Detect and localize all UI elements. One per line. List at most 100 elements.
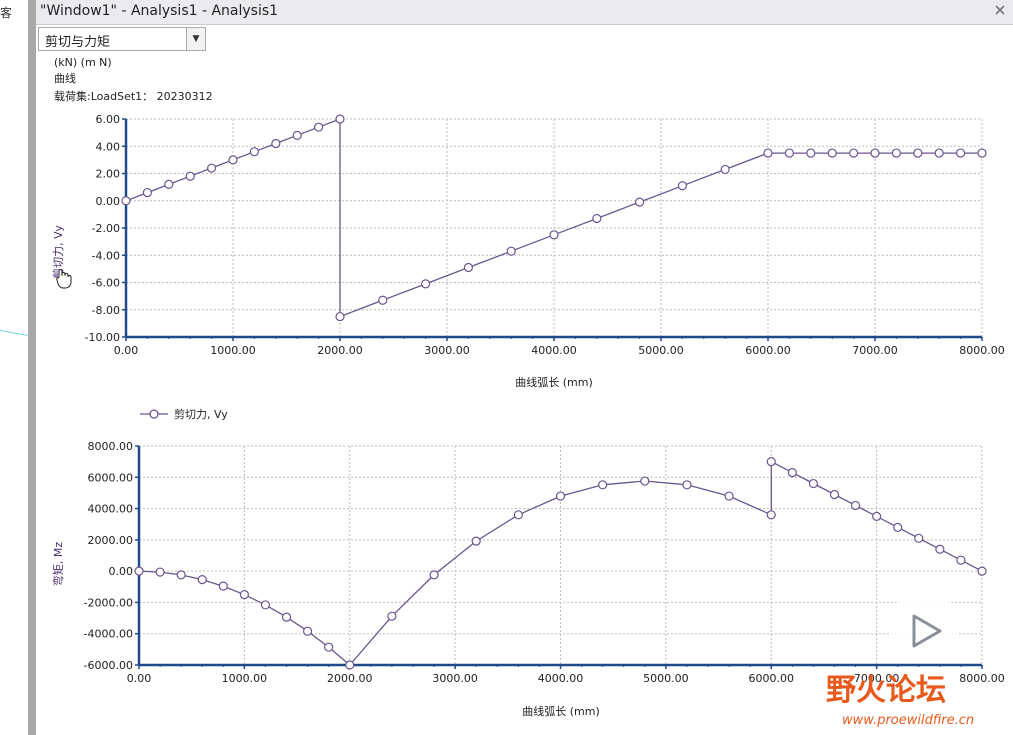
c1-data-point — [335, 114, 345, 124]
c2-data-point — [387, 611, 397, 621]
c1-data-point — [634, 197, 645, 207]
moment-grid — [139, 445, 983, 665]
c1-data-point — [677, 181, 688, 191]
c1-data-point — [463, 262, 473, 273]
c2-y-tick-label: 8000.00 — [88, 440, 134, 453]
units-label: (kN) (m N) — [54, 56, 112, 69]
c2-y-tick-label: 6000.00 — [88, 471, 134, 484]
c2-data-point — [471, 536, 481, 546]
c1-data-point — [314, 122, 324, 132]
c1-data-point — [891, 148, 902, 158]
c2-data-point — [218, 581, 228, 591]
c2-x-tick-label: 5000.00 — [643, 672, 689, 685]
c2-data-point — [429, 570, 439, 580]
c1-data-point — [164, 179, 174, 189]
plot-area: (kN) (m N) 曲线 载荷集:LoadSet1： 20230312 0.0… — [51, 56, 1005, 728]
c2-data-point — [197, 574, 207, 585]
c1-data-point — [955, 148, 966, 158]
c2-data-point — [872, 511, 882, 521]
c1-y-tick-label: 6.00 — [96, 113, 121, 126]
c2-y-tick-label: 4000.00 — [88, 503, 134, 516]
left-tool-strip: 客 — [0, 0, 29, 735]
c1-data-point — [827, 148, 837, 158]
c2-y-tick-label: 0.00 — [109, 565, 134, 578]
legend: 剪切力, Vy — [140, 407, 228, 421]
c1-data-point — [592, 213, 602, 224]
shear-chart: 0.00 1000.00 2000.00 3000.00 4000.00 5000.00 6… — [51, 113, 1005, 421]
c1-x-tick-label: 0.00 — [114, 344, 139, 357]
c1-x-tick-label: 4000.00 — [531, 344, 577, 357]
close-icon-glyph — [995, 5, 1005, 15]
c2-data-point — [724, 491, 734, 501]
watermark-logo-text: 野火论坛 — [826, 673, 946, 708]
c1-x-tick-label: 3000.00 — [424, 344, 470, 357]
c1-data-point — [977, 148, 987, 158]
c1-data-point — [335, 311, 345, 322]
c1-y-tick-label: -8.00 — [92, 304, 120, 317]
c2-data-point — [766, 510, 776, 520]
moment-axes — [135, 445, 983, 669]
c2-data-point — [977, 566, 987, 576]
c1-data-point — [934, 148, 944, 158]
c2-data-point — [303, 626, 313, 636]
c2-data-point — [134, 566, 144, 576]
c1-data-point — [121, 196, 131, 206]
c2-y-tick-label: 2000.00 — [88, 534, 134, 547]
c2-data-point — [281, 612, 292, 622]
c2-data-point — [682, 480, 692, 490]
c1-x-tick-label: 8000.00 — [959, 344, 1005, 357]
c2-data-point — [893, 522, 903, 532]
pane-splitter[interactable] — [28, 0, 36, 735]
c1-y-tick-label: 0.00 — [96, 195, 121, 208]
result-window: "Window1" - Analysis1 - Analysis1 剪切与力矩 … — [36, 0, 1013, 735]
c2-data-point — [324, 642, 334, 652]
c2-data-point — [513, 510, 523, 520]
shear-y-axis-label: 剪切力, Vy — [51, 225, 65, 279]
moment-y-axis-label: 弯矩, Mz — [51, 542, 65, 586]
c2-y-tick-label: -6000.00 — [84, 659, 133, 672]
c1-data-point — [763, 148, 773, 158]
legend-label: 剪切力, Vy — [174, 407, 228, 421]
c1-data-point — [506, 246, 516, 256]
c2-data-point — [787, 467, 797, 478]
c1-data-point — [207, 163, 217, 173]
c2-x-tick-label: 4000.00 — [538, 672, 584, 685]
c2-data-point — [598, 480, 608, 490]
c1-data-point — [142, 187, 153, 198]
c1-data-point — [271, 138, 281, 149]
c1-data-point — [549, 230, 559, 240]
window-title: "Window1" - Analysis1 - Analysis1 — [40, 3, 279, 19]
c2-data-point — [914, 533, 924, 543]
c2-data-point — [239, 590, 249, 600]
hand-cursor-icon — [56, 269, 72, 289]
window-titlebar: "Window1" - Analysis1 - Analysis1 — [36, 0, 1013, 25]
c2-data-point — [155, 567, 165, 577]
legend-marker — [149, 409, 159, 419]
c1-data-point — [806, 148, 816, 158]
c1-data-point — [228, 155, 238, 165]
c2-x-tick-label: 2000.00 — [327, 672, 373, 685]
c2-x-tick-label: 3000.00 — [432, 672, 478, 685]
c1-x-tick-label: 6000.00 — [745, 344, 791, 357]
c2-y-tick-label: -4000.00 — [84, 628, 133, 641]
shear-tick-labels: 0.00 1000.00 2000.00 3000.00 4000.00 5000.00 6… — [85, 113, 1005, 357]
c1-x-tick-label: 1000.00 — [210, 344, 256, 357]
c1-data-point — [292, 130, 302, 140]
c1-data-point — [249, 147, 259, 157]
close-icon[interactable] — [993, 4, 1007, 18]
c1-x-tick-label: 5000.00 — [638, 344, 684, 357]
c1-data-point — [720, 164, 730, 175]
c1-y-tick-label: 2.00 — [96, 168, 121, 181]
model-edge-line — [0, 330, 28, 336]
toolbar-tool-glyph[interactable]: 客 — [0, 4, 14, 24]
c1-x-tick-label: 7000.00 — [852, 344, 898, 357]
c1-data-point — [870, 148, 880, 158]
c2-x-tick-label: 6000.00 — [749, 672, 795, 685]
c1-x-tick-label: 2000.00 — [317, 344, 363, 357]
c2-data-point — [829, 489, 840, 500]
c2-data-point — [766, 457, 776, 467]
c1-y-tick-label: 4.00 — [96, 140, 121, 153]
loadset-label: 载荷集:LoadSet1： 20230312 — [54, 89, 213, 103]
c2-y-tick-label: -2000.00 — [84, 596, 133, 609]
c1-data-point — [421, 279, 431, 289]
